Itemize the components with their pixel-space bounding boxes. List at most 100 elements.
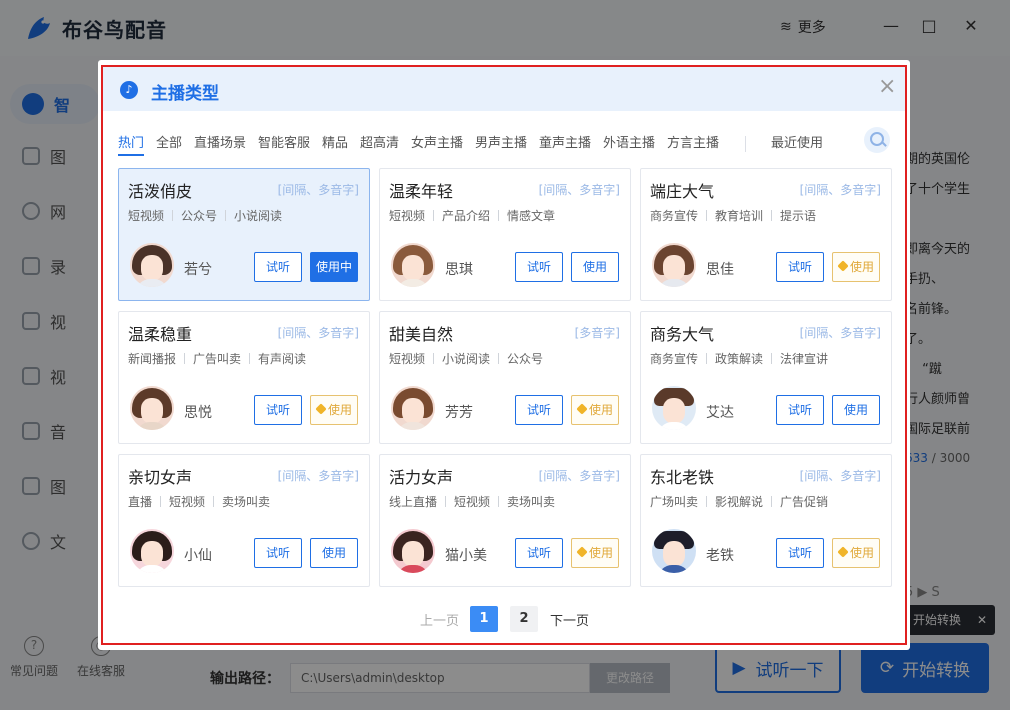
voice-card[interactable]: 端庄大气 [间隔、多音字] 商务宣传 教育培训 提示语 思佳 试听 使用 [640, 168, 892, 301]
avatar [652, 529, 696, 573]
feature-badge: [间隔、多音字] [277, 469, 359, 483]
scene-tags: 新闻播报 广告叫卖 有声阅读 [128, 352, 307, 366]
listen-button[interactable]: 试听 [515, 395, 563, 425]
page-1-button[interactable]: 1 [470, 606, 498, 632]
voice-style-name: 东北老铁 [650, 468, 715, 487]
listen-button[interactable]: 试听 [776, 395, 824, 425]
use-button[interactable]: 使用 [832, 395, 880, 425]
feature-badge: [间隔、多音字] [538, 183, 620, 197]
scene-tags: 商务宣传 政策解读 法律宣讲 [650, 352, 829, 366]
listen-button[interactable]: 试听 [776, 252, 824, 282]
listen-button[interactable]: 试听 [254, 538, 302, 568]
voice-card[interactable]: 活泼俏皮 [间隔、多音字] 短视频 公众号 小说阅读 若兮 试听 使用中 [118, 168, 370, 301]
vip-diamond-icon [576, 403, 588, 415]
speaker-name: 思佳 [706, 262, 734, 278]
listen-button[interactable]: 试听 [515, 252, 563, 282]
vip-use-button[interactable]: 使用 [571, 395, 619, 425]
anchor-type-dialog: ♪ 主播类型 × 热门 全部 直播场景 智能客服 精品 超高清 女声主播 男声主… [98, 60, 910, 650]
avatar [130, 529, 174, 573]
listen-button[interactable]: 试听 [776, 538, 824, 568]
feature-badge: [间隔、多音字] [799, 183, 881, 197]
speaker-name: 老铁 [706, 548, 734, 564]
avatar [130, 386, 174, 430]
vip-diamond-icon [315, 403, 327, 415]
vip-use-button[interactable]: 使用 [571, 538, 619, 568]
tab-hot[interactable]: 热门 [118, 132, 145, 156]
feature-badge: [间隔、多音字] [799, 469, 881, 483]
voice-style-name: 甜美自然 [389, 325, 454, 344]
listen-button[interactable]: 试听 [254, 252, 302, 282]
speaker-name: 若兮 [184, 262, 212, 278]
scene-tags: 短视频 小说阅读 公众号 [389, 352, 544, 366]
feature-badge: [多音字] [574, 326, 620, 340]
voice-style-name: 端庄大气 [650, 182, 715, 201]
tab-all[interactable]: 全部 [156, 132, 182, 151]
voice-card[interactable]: 商务大气 [间隔、多音字] 商务宣传 政策解读 法律宣讲 艾达 试听 使用 [640, 311, 892, 444]
vip-diamond-icon [837, 546, 849, 558]
voice-style-name: 商务大气 [650, 325, 715, 344]
dialog-title: 主播类型 [151, 84, 219, 104]
tab-child[interactable]: 童声主播 [539, 132, 591, 151]
music-note-icon: ♪ [120, 81, 138, 99]
vip-use-button[interactable]: 使用 [310, 395, 358, 425]
listen-button[interactable]: 试听 [515, 538, 563, 568]
voice-style-name: 亲切女声 [128, 468, 193, 487]
voice-card[interactable]: 亲切女声 [间隔、多音字] 直播 短视频 卖场叫卖 小仙 试听 使用 [118, 454, 370, 587]
use-button[interactable]: 使用 [310, 538, 358, 568]
speaker-name: 思琪 [445, 262, 473, 278]
prev-page-button[interactable]: 上一页 [420, 610, 459, 629]
in-use-button[interactable]: 使用中 [310, 252, 358, 282]
tab-dialect[interactable]: 方言主播 [667, 132, 719, 151]
vip-use-button[interactable]: 使用 [832, 538, 880, 568]
close-dialog-button[interactable]: × [878, 76, 896, 98]
avatar [391, 243, 435, 287]
voice-style-name: 温柔稳重 [128, 325, 193, 344]
voice-style-name: 活力女声 [389, 468, 454, 487]
scene-tags: 广场叫卖 影视解说 广告促销 [650, 495, 829, 509]
avatar [652, 243, 696, 287]
tab-live[interactable]: 直播场景 [194, 132, 246, 151]
next-page-button[interactable]: 下一页 [550, 610, 589, 629]
dialog-header: ♪ 主播类型 × [103, 67, 905, 111]
tab-uhd[interactable]: 超高清 [360, 132, 399, 151]
speaker-name: 芳芳 [445, 405, 473, 421]
avatar [391, 386, 435, 430]
use-button[interactable]: 使用 [571, 252, 619, 282]
tab-premium[interactable]: 精品 [322, 132, 348, 151]
voice-card-grid: 活泼俏皮 [间隔、多音字] 短视频 公众号 小说阅读 若兮 试听 使用中 温柔年轻 … [118, 168, 892, 587]
page-2-button[interactable]: 2 [510, 606, 538, 632]
tab-male[interactable]: 男声主播 [475, 132, 527, 151]
avatar [391, 529, 435, 573]
speaker-name: 猫小美 [445, 548, 487, 564]
speaker-name: 小仙 [184, 548, 212, 564]
voice-card[interactable]: 东北老铁 [间隔、多音字] 广场叫卖 影视解说 广告促销 老铁 试听 使用 [640, 454, 892, 587]
avatar [652, 386, 696, 430]
feature-badge: [间隔、多音字] [538, 469, 620, 483]
speaker-name: 艾达 [706, 405, 734, 421]
vip-diamond-icon [576, 546, 588, 558]
tab-recent[interactable]: 最近使用 [771, 132, 823, 151]
tab-service[interactable]: 智能客服 [258, 132, 310, 151]
speaker-name: 思悦 [184, 405, 212, 421]
feature-badge: [间隔、多音字] [799, 326, 881, 340]
vip-diamond-icon [837, 260, 849, 272]
search-icon[interactable] [864, 127, 890, 153]
tab-foreign[interactable]: 外语主播 [603, 132, 655, 151]
voice-card[interactable]: 温柔年轻 [间隔、多音字] 短视频 产品介绍 情感文章 思琪 试听 使用 [379, 168, 631, 301]
scene-tags: 商务宣传 教育培训 提示语 [650, 209, 817, 223]
scene-tags: 线上直播 短视频 卖场叫卖 [389, 495, 556, 509]
tab-divider [745, 136, 746, 152]
listen-button[interactable]: 试听 [254, 395, 302, 425]
avatar [130, 243, 174, 287]
feature-badge: [间隔、多音字] [277, 326, 359, 340]
vip-use-button[interactable]: 使用 [832, 252, 880, 282]
feature-badge: [间隔、多音字] [277, 183, 359, 197]
tab-female[interactable]: 女声主播 [411, 132, 463, 151]
scene-tags: 短视频 公众号 小说阅读 [128, 209, 283, 223]
voice-card[interactable]: 活力女声 [间隔、多音字] 线上直播 短视频 卖场叫卖 猫小美 试听 使用 [379, 454, 631, 587]
scene-tags: 短视频 产品介绍 情感文章 [389, 209, 556, 223]
voice-style-name: 活泼俏皮 [128, 182, 193, 201]
voice-card[interactable]: 甜美自然 [多音字] 短视频 小说阅读 公众号 芳芳 试听 使用 [379, 311, 631, 444]
voice-card[interactable]: 温柔稳重 [间隔、多音字] 新闻播报 广告叫卖 有声阅读 思悦 试听 使用 [118, 311, 370, 444]
voice-style-name: 温柔年轻 [389, 182, 454, 201]
